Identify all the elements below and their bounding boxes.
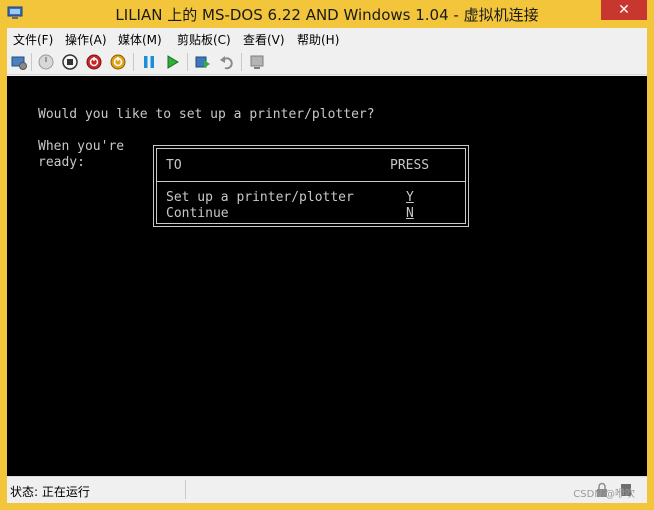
enhanced-session-icon[interactable] bbox=[248, 53, 266, 71]
toolbar-separator bbox=[133, 53, 134, 71]
toolbar-separator bbox=[187, 53, 188, 71]
key-y[interactable]: Y bbox=[406, 190, 414, 205]
ctrl-alt-del-icon[interactable] bbox=[10, 53, 28, 71]
shutdown-icon[interactable] bbox=[85, 53, 103, 71]
revert-icon[interactable] bbox=[218, 53, 236, 71]
column-header-press: PRESS bbox=[390, 158, 430, 173]
menu-view[interactable]: 查看(V) bbox=[243, 31, 285, 48]
choice-dialog: TO PRESS Set up a printer/plotter Y Cont… bbox=[153, 145, 469, 227]
menu-file[interactable]: 文件(F) bbox=[13, 31, 53, 48]
choice-dialog-inner-border: TO PRESS Set up a printer/plotter Y Cont… bbox=[156, 148, 466, 224]
checkpoint-icon[interactable] bbox=[194, 53, 212, 71]
column-header-to: TO bbox=[166, 158, 182, 173]
dialog-divider bbox=[157, 181, 465, 182]
save-state-icon[interactable] bbox=[109, 53, 127, 71]
status-separator bbox=[185, 480, 186, 499]
watermark-text: CSDN @咿吹 bbox=[573, 489, 635, 500]
start-icon[interactable] bbox=[37, 53, 55, 71]
toolbar-separator bbox=[241, 53, 242, 71]
turn-off-icon[interactable] bbox=[61, 53, 79, 71]
menu-help[interactable]: 帮助(H) bbox=[297, 31, 339, 48]
status-bar: 状态: 正在运行 CSDN @咿吹 bbox=[7, 476, 647, 503]
option-setup-printer[interactable]: Set up a printer/plotter bbox=[166, 190, 354, 205]
menu-bar: 文件(F) 操作(A) 媒体(M) 剪贴板(C) 查看(V) 帮助(H) bbox=[7, 28, 647, 49]
toolbar bbox=[7, 49, 647, 75]
vm-connection-window: LILIAN 上的 MS-DOS 6.22 AND Windows 1.04 -… bbox=[0, 0, 654, 510]
pause-icon[interactable] bbox=[140, 53, 158, 71]
prompt-line-1: When you're bbox=[38, 139, 125, 154]
toolbar-separator bbox=[31, 53, 32, 71]
option-continue[interactable]: Continue bbox=[166, 206, 229, 221]
menu-media[interactable]: 媒体(M) bbox=[118, 31, 162, 48]
window-title: LILIAN 上的 MS-DOS 6.22 AND Windows 1.04 -… bbox=[115, 6, 539, 24]
key-n[interactable]: N bbox=[406, 206, 414, 221]
setup-question: Would you like to set up a printer/plott… bbox=[38, 107, 375, 122]
resume-icon[interactable] bbox=[164, 53, 182, 71]
prompt-line-2: ready: bbox=[38, 155, 85, 170]
client-area: 文件(F) 操作(A) 媒体(M) 剪贴板(C) 查看(V) 帮助(H) Wou… bbox=[7, 28, 647, 503]
close-button[interactable]: ✕ bbox=[601, 0, 647, 20]
menu-clipboard[interactable]: 剪贴板(C) bbox=[177, 31, 231, 48]
menu-action[interactable]: 操作(A) bbox=[65, 31, 107, 48]
title-bar[interactable]: LILIAN 上的 MS-DOS 6.22 AND Windows 1.04 -… bbox=[0, 0, 654, 28]
vm-console-screen[interactable]: Would you like to set up a printer/plott… bbox=[7, 76, 647, 476]
status-text: 状态: 正在运行 bbox=[10, 485, 90, 499]
